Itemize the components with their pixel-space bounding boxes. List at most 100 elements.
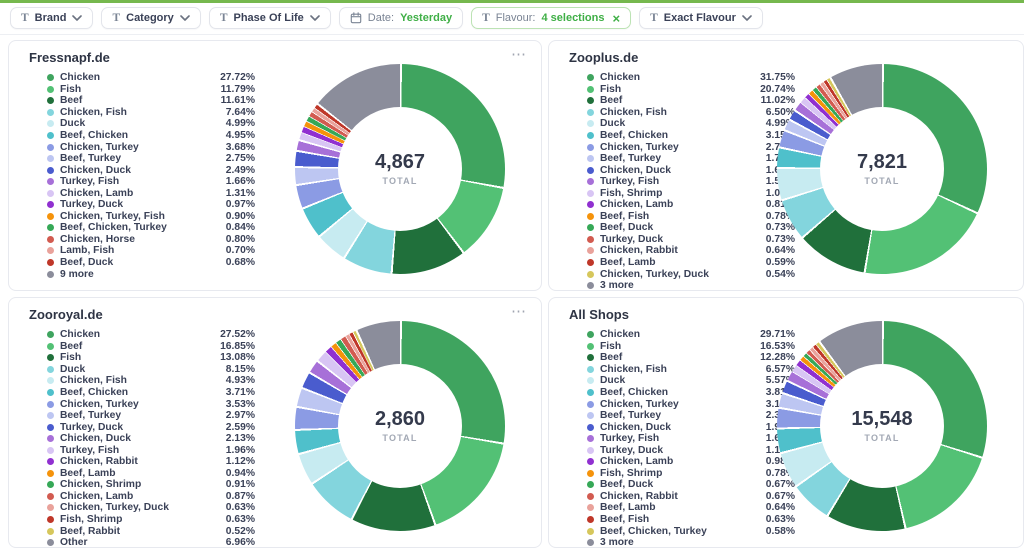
legend-item-chicken-turkey[interactable]: Chicken, Turkey2.71% <box>587 141 795 153</box>
legend-item-beef-chicken[interactable]: Beef, Chicken3.71% <box>47 387 255 399</box>
legend-item-fish[interactable]: Fish20.74% <box>587 84 795 96</box>
legend-item-beef-chicken-turkey[interactable]: Beef, Chicken, Turkey0.58% <box>587 525 795 537</box>
legend-item-chicken-rabbit[interactable]: Chicken, Rabbit0.67% <box>587 491 795 503</box>
legend-item-chicken-rabbit[interactable]: Chicken, Rabbit0.64% <box>587 245 795 257</box>
legend-item-chicken[interactable]: Chicken27.72% <box>47 72 255 84</box>
legend-item-turkey-duck[interactable]: Turkey, Duck2.59% <box>47 421 255 433</box>
legend-item-chicken-turkey-fish[interactable]: Chicken, Turkey, Fish0.90% <box>47 211 255 223</box>
legend-item-beef-duck[interactable]: Beef, Duck0.73% <box>587 222 795 234</box>
legend-item-beef-fish[interactable]: Beef, Fish0.63% <box>587 514 795 526</box>
clear-filter-icon[interactable]: × <box>612 12 620 25</box>
filter-chip-phase-of-life[interactable]: TPhase Of Life <box>209 7 331 29</box>
legend-item-9-more[interactable]: 9 more <box>47 268 255 280</box>
donut-chart[interactable]: 2,860 TOTAL <box>295 321 505 531</box>
legend-item-beef-turkey[interactable]: Beef, Turkey2.75% <box>47 153 255 165</box>
chip-value: 4 selections <box>541 12 604 24</box>
legend-item-duck[interactable]: Duck4.99% <box>587 118 795 130</box>
legend-item-chicken-turkey[interactable]: Chicken, Turkey3.16% <box>587 398 795 410</box>
legend-item-turkey-fish[interactable]: Turkey, Fish1.57% <box>587 176 795 188</box>
donut-chart[interactable]: 15,548 TOTAL <box>777 321 987 531</box>
legend-item-fish[interactable]: Fish13.08% <box>47 352 255 364</box>
legend-item-beef-lamb[interactable]: Beef, Lamb0.64% <box>587 502 795 514</box>
legend-item-lamb-fish[interactable]: Lamb, Fish0.70% <box>47 245 255 257</box>
legend-item-beef-lamb[interactable]: Beef, Lamb0.59% <box>587 257 795 269</box>
legend-item-turkey-duck[interactable]: Turkey, Duck0.97% <box>47 199 255 211</box>
legend-item-chicken-fish[interactable]: Chicken, Fish4.93% <box>47 375 255 387</box>
filter-chip-category[interactable]: TCategory <box>101 7 200 29</box>
legend-label: Turkey, Fish <box>600 176 659 187</box>
legend-label: Duck <box>60 364 85 375</box>
legend-item-beef[interactable]: Beef11.02% <box>587 95 795 107</box>
legend-label: Beef <box>600 352 622 363</box>
legend-item-beef[interactable]: Beef12.28% <box>587 352 795 364</box>
legend-item-fish-shrimp[interactable]: Fish, Shrimp0.78% <box>587 468 795 480</box>
legend-item-turkey-fish[interactable]: Turkey, Fish1.96% <box>47 444 255 456</box>
legend-item-chicken-turkey-duck[interactable]: Chicken, Turkey, Duck0.54% <box>587 268 795 280</box>
legend-item-beef-turkey[interactable]: Beef, Turkey2.97% <box>47 410 255 422</box>
legend-item-other[interactable]: Other6.96% <box>47 537 255 548</box>
legend-item-fish-shrimp[interactable]: Fish, Shrimp1.01% <box>587 187 795 199</box>
legend-item-beef-chicken[interactable]: Beef, Chicken3.15% <box>587 130 795 142</box>
legend-item-beef-turkey[interactable]: Beef, Turkey1.78% <box>587 153 795 165</box>
legend-color-dot <box>587 516 594 523</box>
legend-item-3-more[interactable]: 3 more <box>587 280 795 291</box>
legend-item-chicken-duck[interactable]: Chicken, Duck2.49% <box>47 164 255 176</box>
legend-item-chicken-duck[interactable]: Chicken, Duck1.99% <box>587 421 795 433</box>
more-menu-icon[interactable]: ⋯ <box>511 302 527 320</box>
legend-color-dot <box>47 144 54 151</box>
legend-item-duck[interactable]: Duck8.15% <box>47 364 255 376</box>
legend-item-chicken-fish[interactable]: Chicken, Fish7.64% <box>47 107 255 119</box>
legend-item-fish-shrimp[interactable]: Fish, Shrimp0.63% <box>47 514 255 526</box>
legend-item-beef-chicken-turkey[interactable]: Beef, Chicken, Turkey0.84% <box>47 222 255 234</box>
legend-color-dot <box>47 470 54 477</box>
filter-chip-flavour[interactable]: TFlavour:4 selections× <box>471 7 631 29</box>
filter-chip-exact-flavour[interactable]: TExact Flavour <box>639 7 763 29</box>
legend-item-chicken-fish[interactable]: Chicken, Fish6.50% <box>587 107 795 119</box>
legend-item-beef-lamb[interactable]: Beef, Lamb0.94% <box>47 468 255 480</box>
legend-item-fish[interactable]: Fish11.79% <box>47 84 255 96</box>
legend-item-beef-turkey[interactable]: Beef, Turkey2.30% <box>587 410 795 422</box>
legend-item-chicken-fish[interactable]: Chicken, Fish6.57% <box>587 364 795 376</box>
legend-item-beef-chicken[interactable]: Beef, Chicken4.95% <box>47 130 255 142</box>
donut-chart[interactable]: 4,867 TOTAL <box>295 64 505 274</box>
donut-chart[interactable]: 7,821 TOTAL <box>777 64 987 274</box>
legend-item-beef[interactable]: Beef11.61% <box>47 95 255 107</box>
legend-item-chicken-shrimp[interactable]: Chicken, Shrimp0.91% <box>47 479 255 491</box>
legend-item-chicken-lamb[interactable]: Chicken, Lamb0.98% <box>587 456 795 468</box>
legend-item-beef-duck[interactable]: Beef, Duck0.67% <box>587 479 795 491</box>
legend-item-chicken-turkey[interactable]: Chicken, Turkey3.68% <box>47 141 255 153</box>
legend-item-duck[interactable]: Duck5.57% <box>587 375 795 387</box>
legend-item-turkey-duck[interactable]: Turkey, Duck0.73% <box>587 234 795 246</box>
legend-item-chicken-duck[interactable]: Chicken, Duck1.62% <box>587 164 795 176</box>
legend-item-chicken[interactable]: Chicken27.52% <box>47 329 255 341</box>
legend-item-chicken-lamb[interactable]: Chicken, Lamb0.81% <box>587 199 795 211</box>
legend-item-turkey-duck[interactable]: Turkey, Duck1.14% <box>587 444 795 456</box>
legend-item-beef-chicken[interactable]: Beef, Chicken3.81% <box>587 387 795 399</box>
legend-item-beef-fish[interactable]: Beef, Fish0.78% <box>587 211 795 223</box>
legend-item-fish[interactable]: Fish16.53% <box>587 341 795 353</box>
legend-label: Beef, Chicken, Turkey <box>600 526 707 537</box>
legend-item-chicken-horse[interactable]: Chicken, Horse0.80% <box>47 234 255 246</box>
legend-item-beef-duck[interactable]: Beef, Duck0.68% <box>47 257 255 269</box>
legend-label: Beef, Rabbit <box>60 526 120 537</box>
legend-item-turkey-fish[interactable]: Turkey, Fish1.66% <box>47 176 255 188</box>
legend-item-3-more[interactable]: 3 more <box>587 537 795 548</box>
legend-item-chicken-lamb[interactable]: Chicken, Lamb0.87% <box>47 491 255 503</box>
more-menu-icon[interactable]: ⋯ <box>511 45 527 63</box>
legend-item-chicken-duck[interactable]: Chicken, Duck2.13% <box>47 433 255 445</box>
legend-item-duck[interactable]: Duck4.99% <box>47 118 255 130</box>
legend-item-chicken-turkey[interactable]: Chicken, Turkey3.53% <box>47 398 255 410</box>
legend-item-beef[interactable]: Beef16.85% <box>47 341 255 353</box>
filter-chip-date[interactable]: Date:Yesterday <box>339 7 463 29</box>
legend-item-chicken[interactable]: Chicken29.71% <box>587 329 795 341</box>
legend-color-dot <box>47 458 54 465</box>
legend-item-chicken-rabbit[interactable]: Chicken, Rabbit1.12% <box>47 456 255 468</box>
legend-item-chicken-lamb[interactable]: Chicken, Lamb1.31% <box>47 187 255 199</box>
legend-percent: 6.96% <box>226 537 255 548</box>
legend-item-chicken-turkey-duck[interactable]: Chicken, Turkey, Duck0.63% <box>47 502 255 514</box>
legend-color-dot <box>47 516 54 523</box>
legend-item-beef-rabbit[interactable]: Beef, Rabbit0.52% <box>47 525 255 537</box>
legend-item-chicken[interactable]: Chicken31.75% <box>587 72 795 84</box>
filter-chip-brand[interactable]: TBrand <box>10 7 93 29</box>
legend-item-turkey-fish[interactable]: Turkey, Fish1.67% <box>587 433 795 445</box>
